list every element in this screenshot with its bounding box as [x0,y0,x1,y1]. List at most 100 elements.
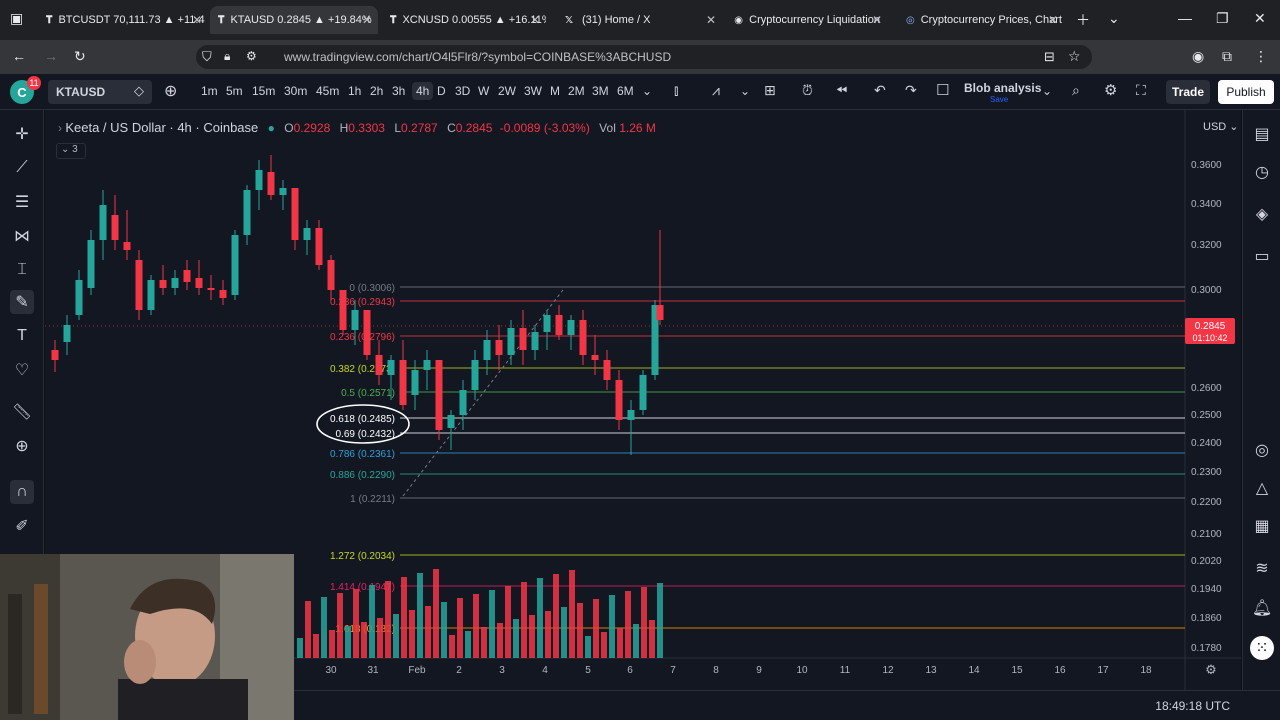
close-icon[interactable]: ✕ [872,13,882,27]
tf-2h[interactable]: 2h [370,84,383,98]
browser-tab-btcusdt[interactable]: 𝐓 BTCUSDT 70,111.73 ▲ +11.4 ✕ [38,6,208,34]
forward-icon[interactable]: → [44,48,58,64]
browser-tab-xcnusd[interactable]: 𝐓 XCNUSD 0.00555 ▲ +16.11% ✕ [382,6,546,34]
reload-icon[interactable]: ↻ [74,48,86,65]
add-symbol-icon[interactable]: ⊕ [164,81,177,101]
calendar-icon[interactable]: ▦ [1250,514,1274,538]
back-icon[interactable]: ← [12,48,26,64]
volume-bar [545,611,551,658]
clock-alert-icon[interactable]: ◷ [1250,160,1274,184]
lock-drawing-icon[interactable]: ✐ [10,514,34,538]
profile-icon[interactable]: ◉ [1192,48,1204,65]
close-icon[interactable]: ✕ [362,13,372,27]
layout-checkbox-icon[interactable]: ☐ [936,81,949,99]
extensions-icon[interactable]: ⧉ [1222,48,1232,65]
ideas-icon[interactable]: △ [1250,476,1274,500]
collapse-icon[interactable]: › [58,121,62,135]
diamond-icon[interactable]: ◇ [134,83,144,99]
redo-icon[interactable]: ↷ [905,82,917,99]
indicators-icon[interactable]: ⩘ [712,82,720,99]
trendline-icon[interactable]: ⟋ [10,156,34,180]
minimize-icon[interactable]: — [1178,10,1192,26]
search-icon[interactable]: ⌕ [1072,82,1080,99]
horizontal-lines-icon[interactable]: ☰ [10,190,34,214]
close-icon[interactable]: ✕ [706,13,716,27]
tf-2w[interactable]: 2W [498,84,516,98]
tf-45m[interactable]: 45m [316,84,339,98]
site-settings-icon[interactable]: ⚙ [246,49,257,63]
symbol-search[interactable]: KTAUSD ◇ [48,80,152,104]
browser-tab-ktausd[interactable]: 𝐓 KTAUSD 0.2845 ▲ +19.84% ✕ [210,6,378,34]
tf-d[interactable]: D [437,84,446,98]
browser-menu-icon[interactable]: ⋮ [1254,48,1268,65]
replay-icon[interactable]: ⏪︎ [836,82,847,99]
zoom-icon[interactable]: ⊕ [10,434,34,458]
browser-tab-liquidation[interactable]: ◉ Cryptocurrency Liquidation ✕ [726,6,888,34]
fib-icon[interactable]: ⌶ [10,258,34,282]
browser-tab-x-home[interactable]: 𝕏 (31) Home / X ✕ [554,6,722,34]
market-status-icon: ● [267,121,275,135]
chevron-down-icon[interactable]: ⌄ [642,84,652,98]
trade-button[interactable]: Trade [1166,80,1210,104]
tf-m[interactable]: M [550,84,560,98]
crosshair-icon[interactable]: ✛ [10,122,34,146]
magnet-icon[interactable]: ∩ [10,480,34,504]
close-icon[interactable]: ✕ [1048,13,1058,27]
legend-title[interactable]: Keeta / US Dollar · 4h · Coinbase [65,120,258,135]
tf-4h[interactable]: 4h [412,82,434,100]
tf-1h[interactable]: 1h [348,84,361,98]
fullscreen-icon[interactable]: ⛶ [1136,82,1146,99]
browser-tab-coingecko[interactable]: ◎ Cryptocurrency Prices, Chart ✕ [898,6,1064,34]
chevron-down-icon[interactable]: ⌄ [1108,10,1120,27]
pattern-icon[interactable]: ⋈ [10,224,34,248]
tf-2m[interactable]: 2M [568,84,585,98]
tf-30m[interactable]: 30m [284,84,307,98]
indicators-toggle[interactable]: ⌄ 3 [56,143,86,159]
tf-5m[interactable]: 5m [226,84,243,98]
layout-save-status[interactable]: Save [990,95,1008,104]
tf-6m[interactable]: 6M [617,84,634,98]
publish-button[interactable]: Publish [1218,80,1274,104]
chat-icon[interactable]: ▭ [1250,244,1274,268]
ruler-icon[interactable]: 📏︎ [10,400,34,424]
currency-selector[interactable]: USD ⌄ [1203,121,1239,133]
alert-icon[interactable]: ⏰︎ [802,82,813,99]
target-icon[interactable]: ◎ [1250,438,1274,462]
tf-3m[interactable]: 3M [592,84,609,98]
axis-settings-gear-icon[interactable]: ⚙ [1205,662,1217,677]
install-app-icon[interactable]: ⊟ [1044,49,1055,65]
tf-1m[interactable]: 1m [201,84,218,98]
utc-clock[interactable]: 18:49:18 UTC [1155,699,1230,713]
tf-15m[interactable]: 15m [252,84,275,98]
brush-icon[interactable]: ✎ [10,290,34,314]
undo-icon[interactable]: ↶ [874,82,886,99]
gear-icon[interactable]: ⚙ [1104,81,1117,99]
tf-3d[interactable]: 3D [455,84,470,98]
apps-grid-icon[interactable]: ⁙ [1250,636,1274,660]
close-icon[interactable]: ✕ [192,13,202,27]
lock-icon[interactable]: 🔒︎ [224,49,230,64]
tf-3h[interactable]: 3h [392,84,405,98]
candle-style-icon[interactable]: ⫾ [674,82,678,99]
layout-name[interactable]: Blob analysis [964,81,1041,95]
close-icon[interactable]: ✕ [530,13,540,27]
notifications-bell-icon[interactable]: 🔔︎ [1250,596,1274,620]
layout-grid-icon[interactable]: ⊞ [764,82,776,99]
tf-w[interactable]: W [478,84,489,98]
new-tab-icon[interactable]: ＋ [1076,10,1090,30]
chevron-down-icon[interactable]: ⌄ [1042,84,1052,98]
text-icon[interactable]: T [10,324,34,348]
chevron-down-icon[interactable]: ⌄ [740,84,750,98]
tf-3w[interactable]: 3W [524,84,542,98]
layers-icon[interactable]: ◈ [1250,202,1274,226]
watchlist-icon[interactable]: ▤ [1250,122,1274,146]
favorites-heart-icon[interactable]: ♡ [10,358,34,382]
volume-bar [537,578,543,658]
window-close-icon[interactable]: ✕ [1254,10,1266,27]
tab-search-icon[interactable]: ▣ [10,10,23,27]
maximize-icon[interactable]: ❐ [1216,10,1229,27]
shield-icon[interactable]: ⛉ [202,49,212,65]
url-field[interactable]: ⛉ 🔒︎ ⚙ www.tradingview.com/chart/O4l5Flr… [196,45,1092,69]
bookmark-star-icon[interactable]: ☆ [1068,48,1081,65]
streams-icon[interactable]: ≋ [1250,556,1274,580]
